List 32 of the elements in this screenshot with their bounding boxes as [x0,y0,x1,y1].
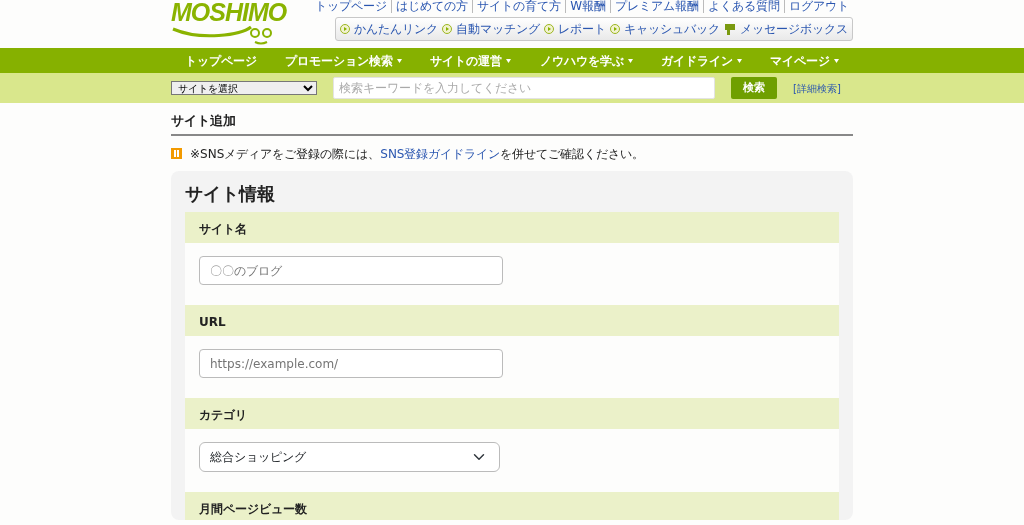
form-title: サイト情報 [185,182,276,205]
guideline-link[interactable]: SNS登録ガイドライン [380,146,501,161]
play-icon [610,24,620,35]
flag-icon [724,23,736,36]
top-link[interactable]: プレミアム報酬 [610,0,703,14]
quick-link[interactable]: 自動マッチング [456,20,540,39]
site-select[interactable]: サイトを選択 [171,81,317,95]
play-icon [544,24,554,35]
field-label: 月間ページビュー数 [185,492,839,521]
advanced-search-link[interactable]: [詳細検索] [793,80,841,96]
search-field[interactable]: 検索キーワードを入力してください [333,77,715,99]
play-icon [340,24,350,35]
category-select[interactable]: 総合ショッピング [199,442,500,473]
quick-link[interactable]: かんたんリンク [354,20,438,39]
field-label: カテゴリ [185,398,839,430]
quick-link[interactable]: レポート [558,20,606,39]
notice-text: ※SNSメディアをご登録の際には、SNS登録ガイドラインを併せてご確認ください。 [190,145,645,163]
text-field[interactable]: https://example.com/ [199,349,503,379]
top-link[interactable]: トップページ [311,0,392,14]
page-title: サイト追加 [171,107,853,136]
top-link[interactable]: はじめての方 [391,0,473,14]
top-link[interactable]: サイトの育て方 [472,0,566,14]
top-link[interactable]: よくある質問 [703,0,784,14]
top-link[interactable]: W報酬 [565,0,610,14]
warning-icon [171,148,182,159]
field-label: サイト名 [185,212,839,244]
text-field[interactable]: 〇〇のブログ [199,256,503,286]
quick-link[interactable]: メッセージボックス [740,20,848,39]
play-icon [442,24,452,35]
quick-link[interactable]: キャッシュバック [624,20,720,39]
field-label: URL [185,305,839,337]
top-link[interactable]: ログアウト [784,0,853,14]
